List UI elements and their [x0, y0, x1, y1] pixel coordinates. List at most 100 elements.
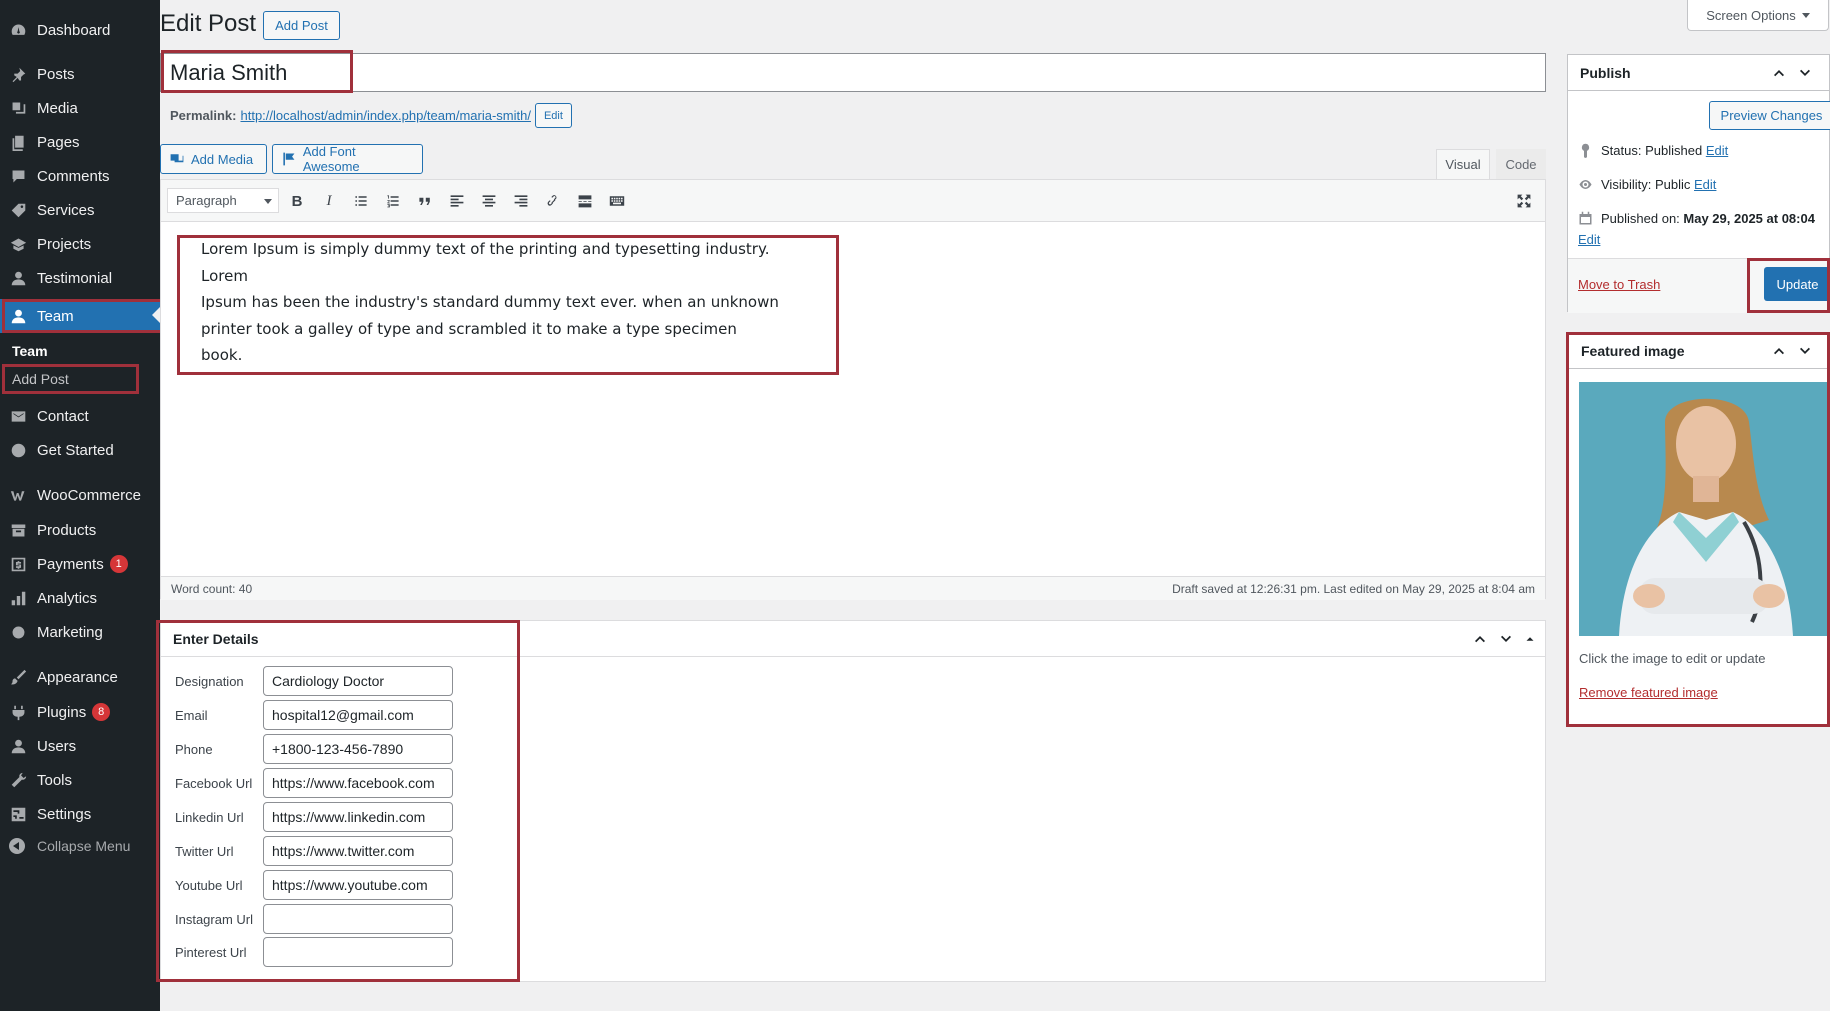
sidebar-item-analytics[interactable]: Analytics [0, 582, 160, 614]
preview-changes-button[interactable]: Preview Changes [1709, 101, 1830, 130]
align-center-icon[interactable] [477, 190, 501, 212]
doctor-photo [1579, 382, 1830, 636]
sidebar-item-products[interactable]: Products [0, 514, 160, 546]
instagram-url-input[interactable] [263, 904, 453, 934]
add-post-button[interactable]: Add Post [263, 11, 340, 40]
sidebar-item-services[interactable]: Services [0, 194, 160, 226]
sidebar-item-payments[interactable]: Payments 1 [0, 548, 160, 580]
enter-details-header: Enter Details [161, 621, 1545, 657]
published-value: May 29, 2025 at 08:04 [1683, 211, 1815, 226]
sidebar-item-label: Pages [37, 133, 80, 151]
published-edit-link[interactable]: Edit [1578, 232, 1600, 247]
screen-options-button[interactable]: Screen Options [1687, 0, 1829, 31]
read-more-icon[interactable] [573, 190, 597, 212]
chevron-down-icon[interactable] [1794, 62, 1816, 84]
sidebar-item-team[interactable]: Team [0, 299, 160, 333]
field-label: Instagram Url [175, 911, 254, 927]
add-font-awesome-button[interactable]: Add Font Awesome [272, 144, 423, 174]
remove-featured-image-link[interactable]: Remove featured image [1579, 685, 1718, 700]
field-label: Twitter Url [175, 843, 234, 859]
sidebar-item-posts[interactable]: Posts [0, 58, 160, 90]
bullet-list-icon[interactable] [349, 190, 373, 212]
sidebar-item-get-started[interactable]: Get Started [0, 434, 160, 466]
field-label: Phone [175, 741, 213, 757]
sidebar-item-plugins[interactable]: Plugins 8 [0, 696, 160, 728]
field-label: Linkedin Url [175, 809, 244, 825]
chevron-down-icon[interactable] [1794, 340, 1816, 362]
submenu-team[interactable]: Team [12, 343, 48, 359]
facebook-url-input[interactable]: https://www.facebook.com [263, 768, 453, 798]
sidebar-item-label: Settings [37, 805, 92, 823]
sidebar-item-projects[interactable]: Projects [0, 228, 160, 260]
post-title-input[interactable]: Maria Smith [160, 53, 1546, 92]
sidebar-item-users[interactable]: Users [0, 730, 160, 762]
pages-icon [9, 133, 27, 151]
linkedin-url-input[interactable]: https://www.linkedin.com [263, 802, 453, 832]
featured-image-header: Featured image [1569, 333, 1829, 369]
move-to-trash-link[interactable]: Move to Trash [1578, 277, 1660, 292]
chevron-up-icon[interactable] [1469, 628, 1491, 650]
status-edit-link[interactable]: Edit [1706, 143, 1728, 158]
enter-details-title: Enter Details [173, 631, 259, 647]
sidebar-item-comments[interactable]: Comments [0, 160, 160, 192]
current-menu-arrow [152, 307, 160, 323]
sidebar-item-testimonial[interactable]: Testimonial [0, 262, 160, 294]
featured-image-thumbnail[interactable] [1579, 382, 1830, 636]
bold-icon[interactable]: B [285, 190, 309, 212]
update-button[interactable]: Update [1764, 267, 1830, 301]
sidebar-item-tools[interactable]: Tools [0, 764, 160, 796]
format-select-value: Paragraph [176, 193, 237, 208]
publish-box: Publish Preview Changes Status: Publishe… [1567, 54, 1830, 313]
sidebar-item-woocommerce[interactable]: WooCommerce [0, 479, 160, 511]
format-select[interactable]: Paragraph [167, 188, 279, 213]
align-left-icon[interactable] [445, 190, 469, 212]
sidebar-item-dashboard[interactable]: Dashboard [0, 14, 160, 46]
designation-input[interactable]: Cardiology Doctor [263, 666, 453, 696]
sidebar-item-pages[interactable]: Pages [0, 126, 160, 158]
pinterest-url-input[interactable] [263, 937, 453, 967]
tab-code[interactable]: Code [1496, 149, 1546, 179]
collapse-menu-label: Collapse Menu [37, 838, 131, 854]
permalink-link[interactable]: http://localhost/admin/index.php/team/ma… [240, 108, 530, 123]
email-input[interactable]: hospital12@gmail.com [263, 700, 453, 730]
sidebar-item-settings[interactable]: Settings [0, 798, 160, 830]
permalink-edit-button[interactable]: Edit [534, 103, 572, 128]
add-media-label: Add Media [191, 151, 254, 167]
visibility-value: Public [1654, 177, 1691, 192]
sidebar-item-label: Analytics [37, 589, 98, 607]
collapse-toggle-icon[interactable] [1519, 628, 1541, 650]
collapse-menu[interactable]: Collapse Menu [9, 838, 130, 854]
blockquote-icon[interactable] [413, 190, 437, 212]
twitter-url-input[interactable]: https://www.twitter.com [263, 836, 453, 866]
editor-content[interactable]: Lorem Ipsum is simply dummy text of the … [201, 236, 781, 369]
sidebar-item-appearance[interactable]: Appearance [0, 661, 160, 693]
fullscreen-icon[interactable] [1512, 190, 1536, 212]
add-media-button[interactable]: Add Media [160, 144, 267, 174]
status-value: Published [1645, 143, 1703, 158]
numbered-list-icon[interactable] [381, 190, 405, 212]
sidebar-item-contact[interactable]: Contact [0, 400, 160, 432]
link-icon[interactable] [541, 190, 565, 212]
visibility-edit-link[interactable]: Edit [1694, 177, 1716, 192]
tab-visual[interactable]: Visual [1436, 149, 1490, 179]
phone-input[interactable]: +1800-123-456-7890 [263, 734, 453, 764]
chevron-up-icon[interactable] [1768, 62, 1790, 84]
admin-sidebar: Dashboard Posts Media Pages Comments Ser… [0, 0, 160, 1011]
toolbar-toggle-icon[interactable] [605, 190, 629, 212]
youtube-url-input[interactable]: https://www.youtube.com [263, 870, 453, 900]
editor-status-bar: Word count: 40 Draft saved at 12:26:31 p… [161, 576, 1545, 600]
sidebar-item-media[interactable]: Media [0, 92, 160, 124]
chevron-down-icon[interactable] [1495, 628, 1517, 650]
media-icon [9, 99, 27, 117]
chevron-up-icon[interactable] [1768, 340, 1790, 362]
sidebar-item-label: Marketing [37, 623, 103, 641]
sidebar-item-marketing[interactable]: Marketing [0, 616, 160, 648]
field-email: Email hospital12@gmail.com [175, 700, 453, 730]
sidebar-item-label: Appearance [37, 668, 118, 686]
submenu-add-post[interactable]: Add Post [12, 371, 69, 387]
italic-icon[interactable]: I [317, 190, 341, 212]
field-youtube: Youtube Url https://www.youtube.com [175, 870, 453, 900]
field-linkedin: Linkedin Url https://www.linkedin.com [175, 802, 453, 832]
align-right-icon[interactable] [509, 190, 533, 212]
payments-icon [9, 555, 27, 573]
